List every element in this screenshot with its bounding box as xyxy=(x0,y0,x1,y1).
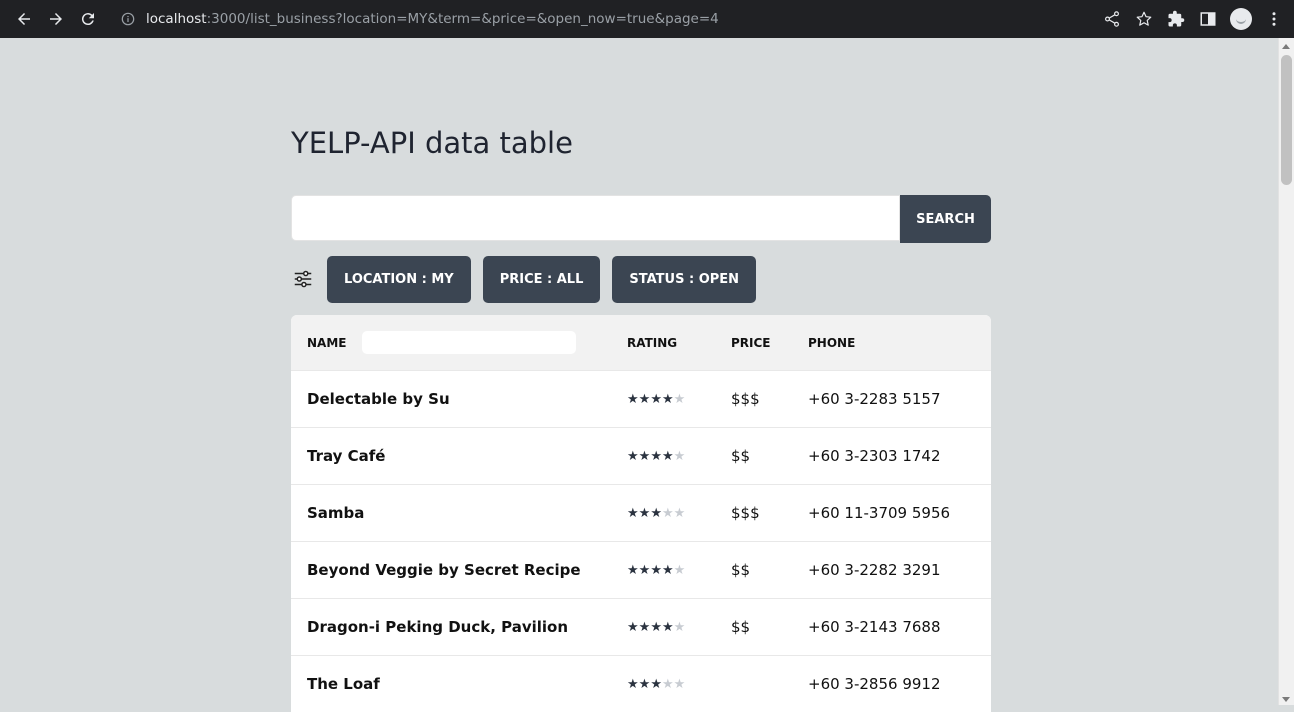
star-icon: ★ xyxy=(661,448,674,464)
scroll-down-arrow-icon[interactable] xyxy=(1282,697,1290,702)
star-icon: ★ xyxy=(673,562,686,578)
business-price: $$ xyxy=(731,447,751,465)
business-phone: +60 3-2303 1742 xyxy=(808,447,941,465)
scroll-up-arrow-icon[interactable] xyxy=(1282,44,1290,49)
star-icon: ★ xyxy=(661,562,674,578)
table-row[interactable]: Samba ★★★★★ $$$ +60 11-3709 5956 xyxy=(291,484,991,541)
reload-icon[interactable] xyxy=(72,3,104,35)
star-icon: ★ xyxy=(661,676,674,692)
table-row[interactable]: Dragon-i Peking Duck, Pavilion ★★★★★ $$ +60… xyxy=(291,598,991,655)
filter-sliders-icon[interactable] xyxy=(291,267,315,291)
header-name: NAME xyxy=(307,335,347,350)
star-icon: ★ xyxy=(673,391,686,407)
table-body: Delectable by Su ★★★★★ $$$ +60 3-2283 5157 T… xyxy=(291,370,991,712)
star-icon: ★ xyxy=(638,619,651,635)
url-host: localhost xyxy=(146,11,207,27)
star-icon: ★ xyxy=(650,448,662,464)
business-name: Beyond Veggie by Secret Recipe xyxy=(307,561,581,579)
location-filter-button[interactable]: LOCATION : MY xyxy=(327,255,471,303)
star-bookmark-icon[interactable] xyxy=(1128,3,1160,35)
star-icon: ★ xyxy=(650,505,662,521)
business-name: Delectable by Su xyxy=(307,390,450,408)
star-icon: ★ xyxy=(638,448,651,464)
star-icon: ★ xyxy=(638,391,651,407)
star-icon: ★ xyxy=(638,676,651,692)
star-icon: ★ xyxy=(650,391,662,407)
header-price: PRICE xyxy=(731,335,771,350)
star-icon: ★ xyxy=(650,619,662,635)
rating-stars: ★★★★★ xyxy=(627,677,731,692)
star-icon: ★ xyxy=(673,505,686,521)
header-name-cell: NAME xyxy=(291,331,627,354)
business-price: $$ xyxy=(731,561,751,579)
table-row[interactable]: Beyond Veggie by Secret Recipe ★★★★★ $$ +60… xyxy=(291,541,991,598)
star-icon: ★ xyxy=(627,676,639,692)
business-phone: +60 3-2143 7688 xyxy=(808,618,941,636)
table-header: NAME RATING PRICE PHONE xyxy=(291,315,991,370)
search-button[interactable]: SEARCH xyxy=(900,195,991,243)
search-input[interactable] xyxy=(291,195,900,241)
star-icon: ★ xyxy=(673,619,686,635)
business-name: Dragon-i Peking Duck, Pavilion xyxy=(307,618,569,636)
table-row[interactable]: The Loaf ★★★★★ +60 3-2856 9912 xyxy=(291,655,991,712)
business-name: Tray Café xyxy=(307,447,386,465)
business-price: $$$ xyxy=(731,504,760,522)
business-table: NAME RATING PRICE PHONE Delectable by Su… xyxy=(291,315,991,712)
extensions-icon[interactable] xyxy=(1160,3,1192,35)
rating-stars: ★★★★★ xyxy=(627,563,731,578)
business-name: Samba xyxy=(307,504,365,522)
business-phone: +60 3-2282 3291 xyxy=(808,561,941,579)
star-icon: ★ xyxy=(661,391,674,407)
header-rating: RATING xyxy=(627,335,678,350)
star-icon: ★ xyxy=(627,562,639,578)
browser-toolbar: localhost:3000/list_business?location=MY… xyxy=(0,0,1294,38)
price-filter-button[interactable]: PRICE : ALL xyxy=(482,255,601,303)
star-icon: ★ xyxy=(650,676,662,692)
rating-stars: ★★★★★ xyxy=(627,506,731,521)
table-row[interactable]: Delectable by Su ★★★★★ $$$ +60 3-2283 5157 xyxy=(291,370,991,427)
star-icon: ★ xyxy=(638,505,651,521)
page-title: YELP-API data table xyxy=(291,126,573,160)
info-icon[interactable] xyxy=(120,11,136,27)
star-icon: ★ xyxy=(627,619,639,635)
business-phone: +60 3-2856 9912 xyxy=(808,675,941,693)
star-icon: ★ xyxy=(627,448,639,464)
name-filter-input[interactable] xyxy=(362,331,577,354)
business-price: $$ xyxy=(731,618,751,636)
scroll-thumb[interactable] xyxy=(1281,55,1292,185)
share-icon[interactable] xyxy=(1096,3,1128,35)
sidepanel-icon[interactable] xyxy=(1192,3,1224,35)
table-row[interactable]: Tray Café ★★★★★ $$ +60 3-2303 1742 xyxy=(291,427,991,484)
search-bar: SEARCH xyxy=(291,195,991,243)
star-icon: ★ xyxy=(673,676,686,692)
more-icon[interactable] xyxy=(1258,3,1290,35)
profile-avatar[interactable] xyxy=(1230,8,1252,30)
status-filter-button[interactable]: STATUS : OPEN xyxy=(612,255,757,303)
page-viewport: YELP-API data table SEARCH LOCATION : MY… xyxy=(0,38,1279,712)
star-icon: ★ xyxy=(638,562,651,578)
forward-icon[interactable] xyxy=(40,3,72,35)
star-icon: ★ xyxy=(661,619,674,635)
back-icon[interactable] xyxy=(8,3,40,35)
star-icon: ★ xyxy=(650,562,662,578)
business-price: $$$ xyxy=(731,390,760,408)
star-icon: ★ xyxy=(661,505,674,521)
star-icon: ★ xyxy=(627,391,639,407)
rating-stars: ★★★★★ xyxy=(627,620,731,635)
rating-stars: ★★★★★ xyxy=(627,392,731,407)
business-phone: +60 3-2283 5157 xyxy=(808,390,941,408)
business-phone: +60 11-3709 5956 xyxy=(808,504,951,522)
page-scrollbar[interactable] xyxy=(1278,38,1294,705)
address-bar[interactable]: localhost:3000/list_business?location=MY… xyxy=(112,4,1082,34)
star-icon: ★ xyxy=(673,448,686,464)
star-icon: ★ xyxy=(627,505,639,521)
filter-bar: LOCATION : MY PRICE : ALL STATUS : OPEN xyxy=(291,255,768,303)
header-phone: PHONE xyxy=(808,335,856,350)
url-path: :3000/list_business?location=MY&term=&pr… xyxy=(206,11,719,27)
rating-stars: ★★★★★ xyxy=(627,449,731,464)
business-name: The Loaf xyxy=(307,675,380,693)
